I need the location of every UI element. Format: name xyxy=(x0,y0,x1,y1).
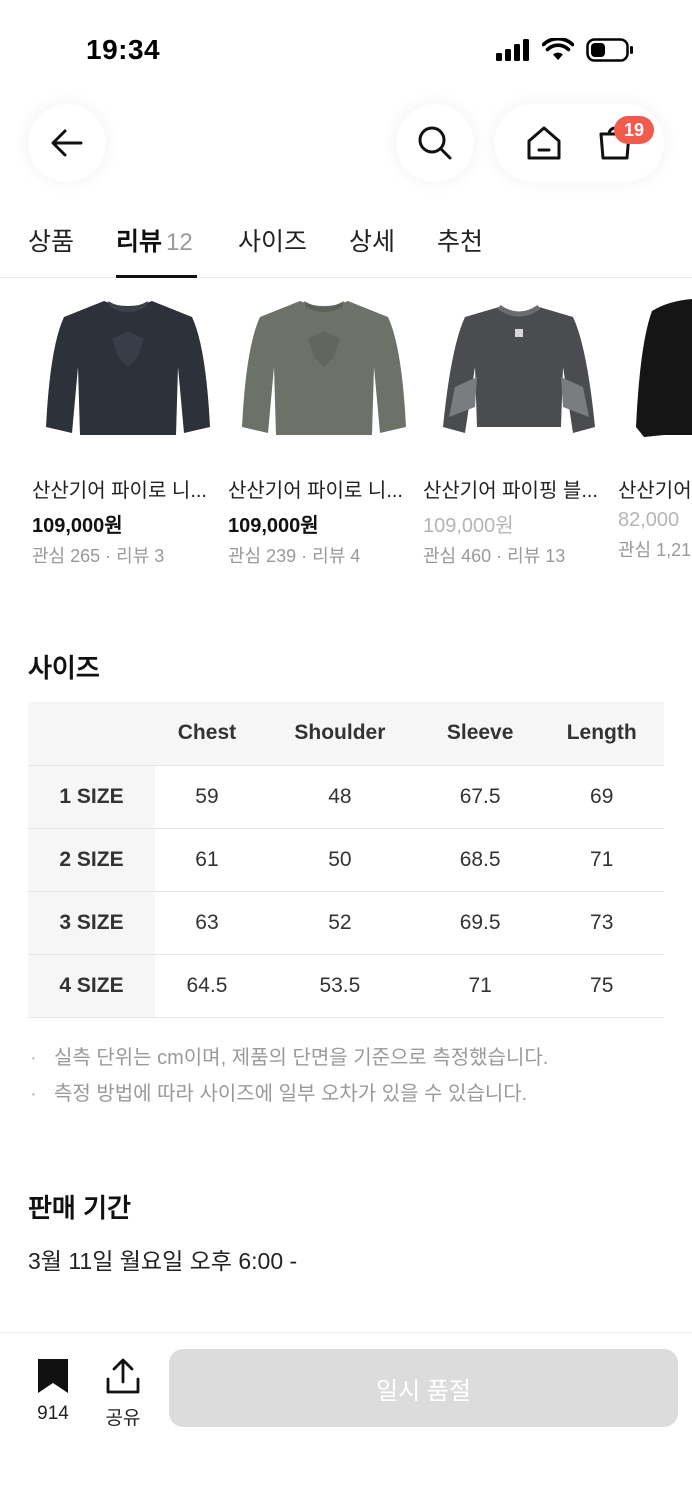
sweater-image xyxy=(242,301,406,435)
share-icon xyxy=(106,1358,140,1394)
battery-icon xyxy=(586,38,633,62)
product-image xyxy=(433,280,605,454)
table-cell: 69 xyxy=(539,765,664,829)
table-row: 4 SIZE 64.5 53.5 71 75 xyxy=(28,954,664,1018)
product-tabs: 상품 리뷰 12 사이즈 상세 추천 xyxy=(0,214,692,278)
search-button[interactable] xyxy=(396,104,474,182)
soldout-button[interactable]: 일시 품절 xyxy=(169,1349,678,1427)
size-note: 실측 단위는 cm이며, 제품의 단면을 기준으로 측정했습니다. xyxy=(28,1040,548,1076)
product-image xyxy=(238,280,410,454)
tab-product[interactable]: 상품 xyxy=(28,222,74,278)
header-cell: Length xyxy=(539,702,664,766)
table-cell: 64.5 xyxy=(155,954,259,1018)
table-cell: 61 xyxy=(155,828,259,892)
status-bar: 19:34 xyxy=(0,0,692,100)
search-icon xyxy=(418,126,452,160)
size-notes: 실측 단위는 cm이며, 제품의 단면을 기준으로 측정했습니다. 측정 방법에… xyxy=(28,1040,548,1112)
size-label: 2 SIZE xyxy=(28,828,155,892)
sale-period-value: 3월 11일 월요일 오후 6:00 - xyxy=(28,1248,298,1274)
tab-label: 리뷰 xyxy=(116,228,163,256)
table-cell: 73 xyxy=(539,891,664,955)
table-row: 3 SIZE 63 52 69.5 73 xyxy=(28,891,664,955)
sweater-image xyxy=(636,299,692,437)
product-meta: 관심 239 · 리뷰 4 xyxy=(228,546,361,566)
product-meta: 관심 265 · 리뷰 3 xyxy=(32,546,165,566)
tab-label: 사이즈 xyxy=(238,228,308,256)
size-label: 1 SIZE xyxy=(28,765,155,829)
product-price: 82,000 xyxy=(618,509,680,531)
product-image xyxy=(42,280,214,454)
table-cell: 48 xyxy=(258,765,421,829)
table-cell: 68.5 xyxy=(420,828,540,892)
table-row: 1 SIZE 59 48 67.5 69 xyxy=(28,765,664,829)
signal-icon xyxy=(496,39,529,61)
table-cell: 53.5 xyxy=(258,954,421,1018)
size-label: 4 SIZE xyxy=(28,954,155,1018)
header-cell: Shoulder xyxy=(258,702,421,766)
product-meta: 관심 1,21 xyxy=(618,540,692,560)
table-cell: 75 xyxy=(539,954,664,1018)
product-price: 109,000원 xyxy=(228,515,319,537)
bookmark-button[interactable]: 914 xyxy=(23,1357,83,1425)
bottom-action-bar: 914 공유 일시 품절 xyxy=(0,1332,692,1500)
sweater-image xyxy=(46,301,210,435)
header-cell: Sleeve xyxy=(420,702,540,766)
tab-detail[interactable]: 상세 xyxy=(349,222,395,278)
product-name: 산산기어 파이로 니... xyxy=(228,480,403,502)
share-button[interactable]: 공유 xyxy=(93,1357,153,1430)
product-name: 산산기어 xyxy=(618,480,692,502)
product-meta: 관심 460 · 리뷰 13 xyxy=(423,546,566,566)
product-price: 109,000원 xyxy=(32,515,123,537)
long-sleeve-image xyxy=(443,304,595,433)
size-label: 3 SIZE xyxy=(28,891,155,955)
status-icons xyxy=(496,38,634,62)
tab-label: 상세 xyxy=(349,228,396,256)
table-cell: 67.5 xyxy=(420,765,540,829)
product-name: 산산기어 파이핑 블... xyxy=(423,480,598,502)
size-table: Chest Shoulder Sleeve Length 1 SIZE 59 4… xyxy=(28,702,664,1018)
share-label: 공유 xyxy=(105,1408,141,1429)
tab-label: 상품 xyxy=(28,228,75,256)
table-cell: 50 xyxy=(258,828,421,892)
arrow-left-icon xyxy=(51,129,83,157)
sale-period-title: 판매 기간 xyxy=(28,1193,131,1223)
review-count: 12 xyxy=(166,229,193,256)
product-card[interactable]: 산산기어 82,000 관심 1,21 xyxy=(618,280,692,562)
product-card[interactable]: 산산기어 파이로 니... 109,000원 관심 239 · 리뷰 4 xyxy=(228,280,418,568)
table-row: 2 SIZE 61 50 68.5 71 xyxy=(28,828,664,892)
product-price: 109,000원 xyxy=(423,515,514,537)
product-name: 산산기어 파이로 니... xyxy=(32,480,207,502)
bookmark-icon xyxy=(38,1359,68,1393)
home-button[interactable] xyxy=(524,123,564,163)
product-carousel: 산산기어 파이로 니... 109,000원 관심 265 · 리뷰 3 산산기… xyxy=(0,280,692,580)
home-icon xyxy=(527,126,560,160)
table-cell: 63 xyxy=(155,891,259,955)
table-cell: 52 xyxy=(258,891,421,955)
bookmark-count: 914 xyxy=(37,1403,69,1424)
table-cell: 71 xyxy=(539,828,664,892)
product-card[interactable]: 산산기어 파이핑 블... 109,000원 관심 460 · 리뷰 13 xyxy=(423,280,613,568)
tab-recommend[interactable]: 추천 xyxy=(437,222,483,278)
status-time: 19:34 xyxy=(86,34,161,65)
size-section-title: 사이즈 xyxy=(28,653,100,683)
tab-size[interactable]: 사이즈 xyxy=(238,222,307,278)
cart-count-badge: 19 xyxy=(614,116,654,144)
tab-label: 추천 xyxy=(437,228,484,256)
header-cell xyxy=(28,702,155,766)
product-card[interactable]: 산산기어 파이로 니... 109,000원 관심 265 · 리뷰 3 xyxy=(32,280,222,568)
table-cell: 59 xyxy=(155,765,259,829)
table-cell: 69.5 xyxy=(420,891,540,955)
table-cell: 71 xyxy=(420,954,540,1018)
product-image xyxy=(618,280,692,454)
size-note: 측정 방법에 따라 사이즈에 일부 오차가 있을 수 있습니다. xyxy=(28,1076,548,1112)
tab-review[interactable]: 리뷰 12 xyxy=(116,222,197,278)
back-button[interactable] xyxy=(28,104,106,182)
size-table-header: Chest Shoulder Sleeve Length xyxy=(28,702,664,766)
header-cell: Chest xyxy=(155,702,259,766)
wifi-icon xyxy=(542,38,574,60)
